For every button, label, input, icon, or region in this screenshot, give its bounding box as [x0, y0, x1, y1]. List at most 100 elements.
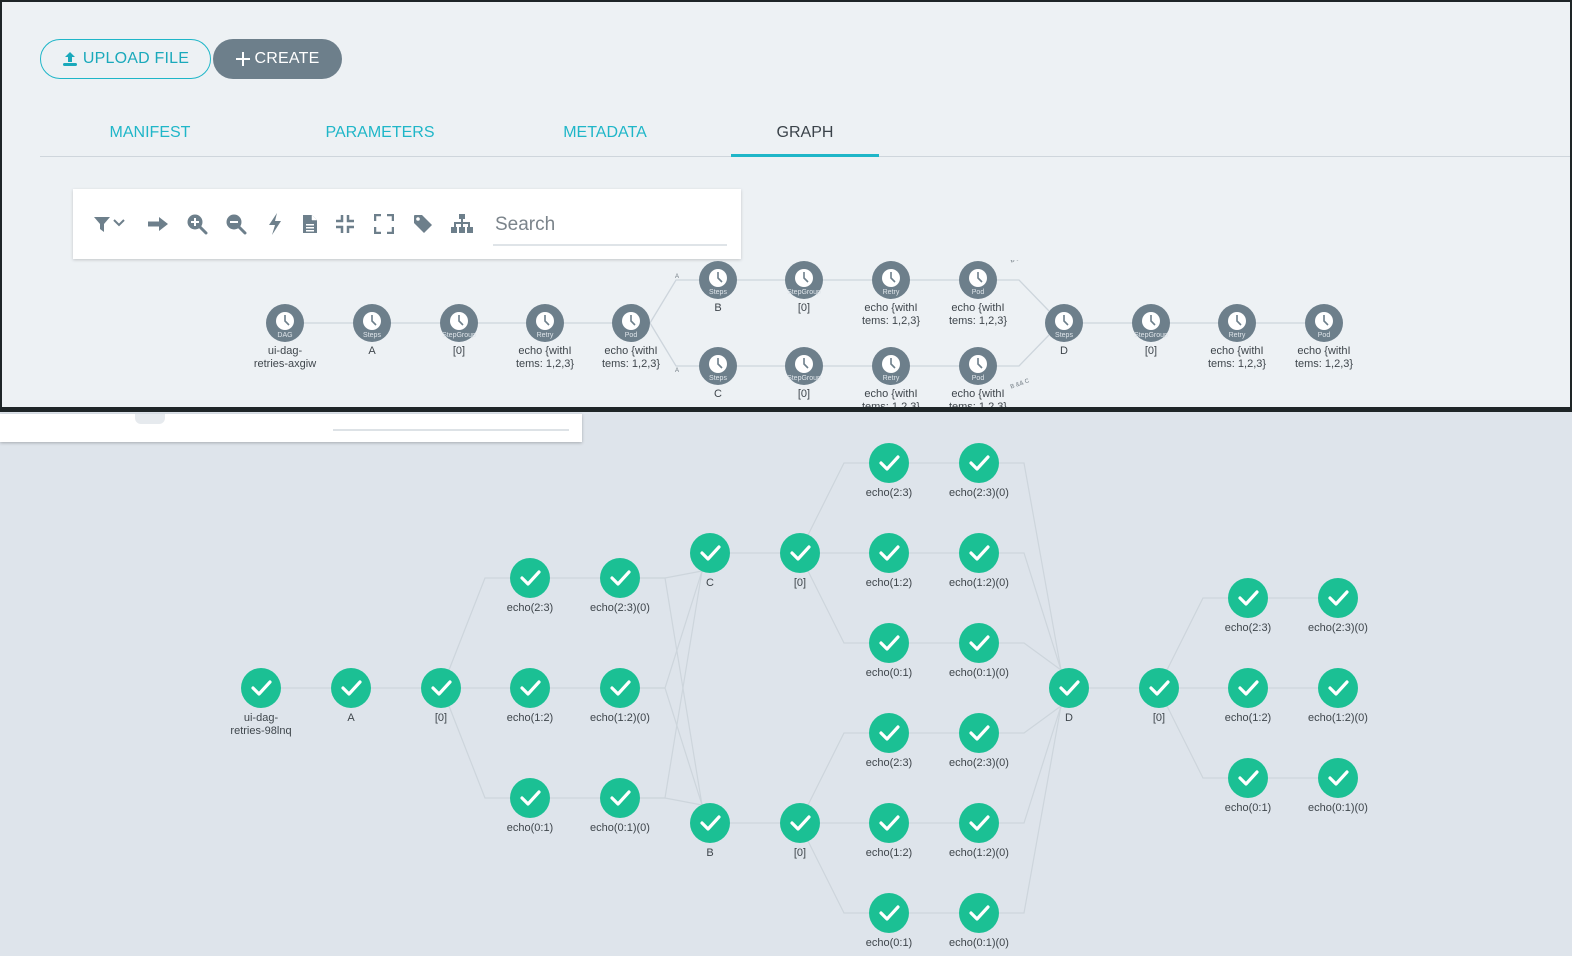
run-node[interactable]: echo(2:3)(0)	[590, 558, 650, 614]
template-node[interactable]: Steps A	[353, 304, 391, 357]
tab-parameters[interactable]: PARAMETERS	[300, 110, 460, 156]
run-node[interactable]: echo(2:3)	[507, 558, 553, 614]
template-node[interactable]: Retry echo {withItems: 1,2,3}	[862, 261, 920, 327]
compress-icon[interactable]	[332, 211, 358, 237]
create-button[interactable]: CREATE	[213, 39, 342, 79]
node-label: echo {withI	[951, 388, 1004, 400]
run-node[interactable]: echo(0:1)(0)	[949, 893, 1009, 949]
run-node[interactable]: [0]	[780, 533, 820, 589]
graph-edge	[997, 334, 1050, 367]
node-label: [0]	[798, 388, 810, 400]
run-node[interactable]: [0]	[1139, 668, 1179, 724]
template-node[interactable]: StepGroup [0]	[440, 304, 478, 357]
run-node[interactable]: echo(1:2)	[866, 533, 912, 589]
upload-file-button[interactable]: UPLOAD FILE	[40, 39, 211, 79]
template-node[interactable]: StepGroup [0]	[785, 261, 823, 314]
node-label: [0]	[794, 847, 806, 859]
template-node[interactable]: Retry echo {withItems: 1,2,3}	[516, 304, 574, 370]
upload-file-label: UPLOAD FILE	[82, 50, 190, 67]
node-label: ui-dag-	[244, 712, 279, 724]
template-node[interactable]: StepGroup [0]	[1132, 304, 1170, 357]
template-node[interactable]: Steps D	[1045, 304, 1083, 357]
node-label: C	[706, 577, 714, 589]
node-label: tems: 1,2,3}	[862, 315, 920, 327]
run-node[interactable]: echo(1:2)(0)	[949, 533, 1009, 589]
node-label: echo(0:1)	[507, 822, 553, 834]
node-circle	[869, 713, 909, 753]
template-node[interactable]: Steps B	[699, 261, 737, 314]
node-label: echo(0:1)(0)	[949, 667, 1009, 679]
filter-icon[interactable]	[91, 211, 131, 237]
template-node[interactable]: StepGroup [0]	[785, 347, 823, 400]
node-circle	[959, 893, 999, 933]
run-node[interactable]: echo(0:1)	[866, 623, 912, 679]
node-label: echo(2:3)	[866, 757, 912, 769]
run-node[interactable]: echo(2:3)	[866, 443, 912, 499]
node-circle	[869, 893, 909, 933]
graph-edge	[1166, 705, 1228, 779]
run-node[interactable]: echo(0:1)	[866, 893, 912, 949]
graph-search-input[interactable]	[493, 206, 727, 246]
run-node[interactable]: echo(0:1)(0)	[949, 623, 1009, 679]
node-circle	[959, 713, 999, 753]
node-circle	[869, 623, 909, 663]
node-type: Retry	[537, 332, 554, 339]
run-node[interactable]: echo(2:3)	[1225, 578, 1271, 634]
template-node[interactable]: Steps C	[699, 347, 737, 400]
template-node[interactable]: Retry echo {withItems: 1,2,3}	[1208, 304, 1266, 370]
arrow-right-icon[interactable]	[145, 211, 171, 237]
template-node[interactable]: Pod echo {withItems: 1,2,3}	[602, 304, 660, 370]
tab-graph[interactable]: GRAPH	[731, 110, 879, 157]
run-node[interactable]: echo(0:1)(0)	[1308, 758, 1368, 814]
node-circle	[959, 803, 999, 843]
node-label: echo(1:2)	[866, 577, 912, 589]
file-icon[interactable]	[297, 211, 323, 237]
tab-metadata[interactable]: METADATA	[540, 110, 670, 156]
template-node[interactable]: Retry echo {withItems: 1,2,3}	[862, 347, 920, 410]
run-node[interactable]: echo(2:3)(0)	[949, 443, 1009, 499]
node-label: tems: 1,2,3}	[1208, 358, 1266, 370]
run-node[interactable]: echo(1:2)	[507, 668, 553, 724]
template-node[interactable]: DAG ui-dag-retries-axgiw	[254, 304, 316, 370]
zoom-in-icon[interactable]	[184, 211, 210, 237]
run-node[interactable]: echo(2:3)	[866, 713, 912, 769]
run-node[interactable]: [0]	[421, 668, 461, 724]
run-node[interactable]: echo(0:1)	[1225, 758, 1271, 814]
zoom-out-icon[interactable]	[223, 211, 249, 237]
run-node[interactable]: D	[1049, 668, 1089, 724]
node-circle	[690, 533, 730, 573]
run-node[interactable]: echo(0:1)	[507, 778, 553, 834]
sitemap-icon[interactable]	[449, 211, 475, 237]
graph-edge	[807, 462, 869, 536]
run-node[interactable]: echo(1:2)	[1225, 668, 1271, 724]
run-node[interactable]: echo(0:1)(0)	[590, 778, 650, 834]
run-node[interactable]: echo(1:2)	[866, 803, 912, 859]
template-node[interactable]: Pod echo {withItems: 1,2,3}	[949, 261, 1007, 327]
run-node[interactable]: echo(2:3)(0)	[1308, 578, 1368, 634]
run-node[interactable]: echo(1:2)(0)	[949, 803, 1009, 859]
node-label: echo(2:3)(0)	[1308, 622, 1368, 634]
tab-manifest[interactable]: MANIFEST	[80, 110, 220, 156]
bolt-icon[interactable]	[262, 211, 288, 237]
tag-icon[interactable]	[410, 211, 436, 237]
run-node[interactable]: B	[690, 803, 730, 859]
template-node[interactable]: Pod echo {withItems: 1,2,3}	[1295, 304, 1353, 370]
template-node[interactable]: Pod echo {withItems: 1,2,3}	[949, 347, 1007, 410]
run-node[interactable]: echo(1:2)(0)	[590, 668, 650, 724]
run-node[interactable]: ui-dag-retries-98lnq	[230, 668, 292, 737]
node-label: B	[706, 847, 713, 859]
graph-edge	[448, 705, 510, 799]
run-node[interactable]: C	[690, 533, 730, 589]
run-node[interactable]: A	[331, 668, 371, 724]
run-node[interactable]: echo(1:2)(0)	[1308, 668, 1368, 724]
run-node[interactable]: echo(2:3)(0)	[949, 713, 1009, 769]
node-type: StepGroup	[787, 289, 821, 296]
run-node[interactable]: [0]	[780, 803, 820, 859]
node-type: Retry	[883, 289, 900, 296]
node-label: tems: 1,2,3}	[949, 401, 1007, 410]
node-circle	[510, 558, 550, 598]
node-circle	[780, 533, 820, 573]
node-label: echo(0:1)(0)	[949, 937, 1009, 949]
node-label: tems: 1,2,3}	[1295, 358, 1353, 370]
expand-icon[interactable]	[371, 211, 397, 237]
